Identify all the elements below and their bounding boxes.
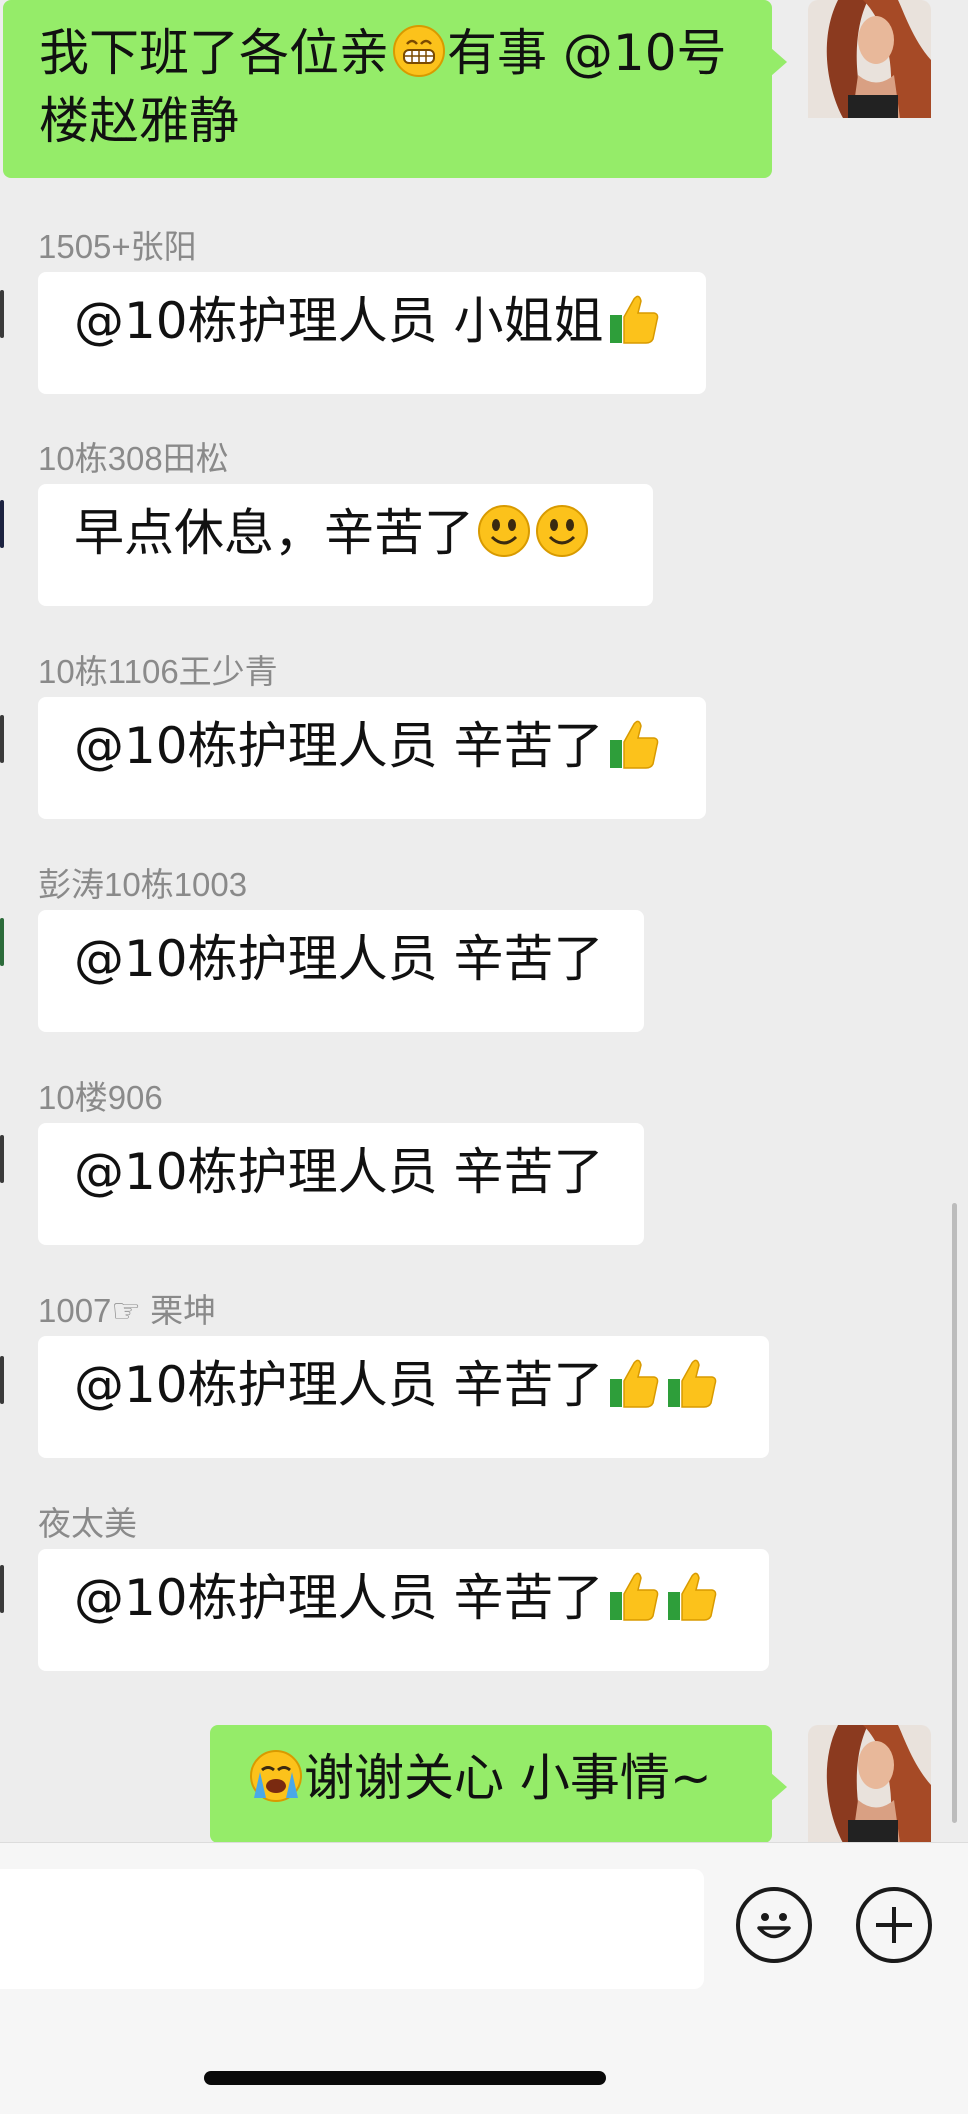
avatar-edge [0,715,4,763]
thumbs-up-icon [606,1568,662,1635]
avatar-edge [0,1356,4,1404]
avatar-edge [0,918,4,966]
message-text: 谢谢关心 小事情~ [304,1749,712,1807]
thumbs-up-icon [606,716,662,783]
message-text: @10栋护理人员 辛苦了 [74,1569,604,1627]
thumbs-up-icon [664,1568,720,1635]
message-text: @10栋护理人员 辛苦了 [74,1143,604,1201]
avatar[interactable] [808,0,931,118]
incoming-message-bubble[interactable]: @10栋护理人员 小姐姐 [38,272,706,394]
outgoing-message-bubble[interactable]: 我下班了各位亲 有事 @10号 楼赵雅静 [3,0,787,178]
message-text: @10栋护理人员 小姐姐 [74,292,604,350]
grinning-face-icon [391,23,447,90]
message-text: @10栋护理人员 辛苦了 [74,1356,604,1414]
sender-name: 10楼906 [38,1079,163,1116]
outgoing-message-bubble[interactable]: 谢谢关心 小事情~ [210,1725,787,1843]
message-text-line2: 楼赵雅静 [39,92,239,150]
smiley-icon [476,503,532,570]
scrollbar[interactable] [952,1203,957,1823]
incoming-message-bubble[interactable]: @10栋护理人员 辛苦了 [38,697,706,819]
avatar-edge [0,290,4,338]
thumbs-up-icon [606,291,662,358]
message-text-continued: 有事 @10号 [447,24,727,82]
sender-name: 1007☞ 栗坤 [38,1292,217,1329]
message-input[interactable] [0,1869,704,1989]
message-text: 早点休息，辛苦了 [74,504,474,562]
incoming-message-bubble[interactable]: 早点休息，辛苦了 [38,484,653,606]
incoming-message-bubble[interactable]: @10栋护理人员 辛苦了 [38,910,644,1032]
sender-name: 夜太美 [38,1505,137,1542]
home-indicator[interactable] [204,2071,606,2085]
avatar[interactable] [808,1725,931,1843]
message-text: @10栋护理人员 辛苦了 [74,717,604,775]
sender-name: 1505+张阳 [38,228,197,265]
message-text: 我下班了各位亲 [39,24,389,82]
plus-circle-icon[interactable] [856,1887,932,1963]
sender-name: 10栋1106王少青 [38,653,278,690]
thumbs-up-icon [664,1355,720,1422]
smiley-icon[interactable] [736,1887,812,1963]
input-bar [0,1842,968,2114]
incoming-message-bubble[interactable]: @10栋护理人员 辛苦了 [38,1549,769,1671]
incoming-message-bubble[interactable]: @10栋护理人员 辛苦了 [38,1336,769,1458]
avatar-edge [0,1135,4,1183]
avatar-edge [0,1565,4,1613]
avatar-edge [0,500,4,548]
smiley-icon [534,503,590,570]
thumbs-up-icon [606,1355,662,1422]
incoming-message-bubble[interactable]: @10栋护理人员 辛苦了 [38,1123,644,1245]
sender-name: 10栋308田松 [38,440,229,477]
message-text: @10栋护理人员 辛苦了 [74,930,604,988]
sender-name: 彭涛10栋1003 [38,866,248,903]
loudly-crying-face-icon [248,1748,304,1815]
